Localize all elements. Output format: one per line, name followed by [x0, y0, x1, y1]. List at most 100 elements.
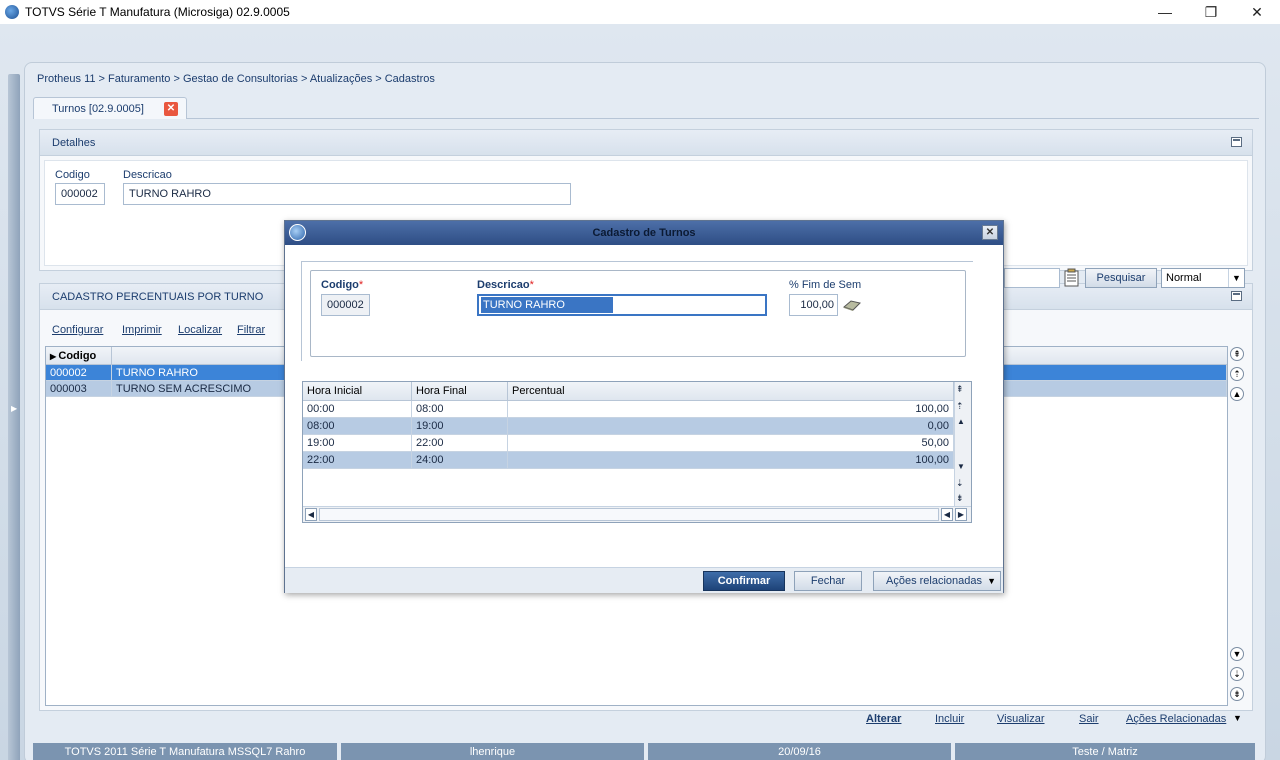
cell-hora-inicial: 19:00 — [303, 435, 412, 451]
cell-percentual: 50,00 — [508, 435, 954, 451]
tab-label: Turnos [02.9.0005] — [52, 102, 144, 115]
column-header-percentual[interactable]: Percentual — [508, 382, 954, 400]
confirmar-button[interactable]: Confirmar — [703, 571, 785, 591]
scroll-down-icon[interactable]: ▼ — [957, 462, 965, 471]
column-header-hora-final[interactable]: Hora Final — [412, 382, 508, 400]
acoes-relacionadas-button[interactable]: Ações relacionadas ▼ — [873, 571, 1001, 591]
scroll-bottom-icon[interactable]: ⇟ — [1230, 687, 1244, 701]
tab-strip: Turnos [02.9.0005] ✕ — [33, 97, 1259, 119]
scroll-top-icon[interactable]: ⇞ — [1230, 347, 1244, 361]
descricao-label: Descricao — [123, 169, 172, 181]
chevron-down-icon: ▼ — [987, 576, 996, 586]
scroll-page-down-icon[interactable]: ⇣ — [1230, 667, 1244, 681]
app-logo-icon — [289, 224, 306, 241]
cell-codigo: 000002 — [46, 365, 112, 380]
cell-hora-final: 22:00 — [412, 435, 508, 451]
table-row[interactable]: 19:00 22:00 50,00 — [303, 435, 971, 452]
pesquisar-button[interactable]: Pesquisar — [1085, 268, 1157, 288]
table-row[interactable]: 08:00 19:00 0,00 — [303, 418, 971, 435]
acoes-relacionadas-link[interactable]: Ações Relacionadas — [1126, 713, 1226, 725]
table-row[interactable]: 00:00 08:00 100,00 — [303, 401, 971, 418]
left-expand-rail[interactable]: ▶ — [8, 74, 20, 760]
close-dialog-button[interactable]: ✕ — [982, 225, 998, 240]
form-box: Codigo* 000002 Descricao* TURNO RAHRO % … — [310, 270, 966, 357]
divider — [301, 261, 973, 262]
status-date: 20/09/16 — [648, 743, 951, 760]
descricao-label: Descricao* — [477, 279, 534, 291]
scroll-page-down-icon[interactable]: ⇣ — [956, 478, 964, 489]
window-title: TOTVS Série T Manufatura (Microsiga) 02.… — [25, 5, 290, 19]
maximize-button[interactable]: ❐ — [1188, 0, 1234, 24]
column-header-hora-inicial[interactable]: Hora Inicial — [303, 382, 412, 400]
fechar-button[interactable]: Fechar — [794, 571, 862, 591]
codigo-field[interactable]: 000002 — [321, 294, 370, 316]
cell-percentual: 100,00 — [508, 452, 954, 468]
collapse-icon[interactable] — [1231, 291, 1242, 301]
breadcrumb: Protheus 11 > Faturamento > Gestao de Co… — [37, 73, 435, 85]
cadastro-turnos-dialog: Cadastro de Turnos ✕ Codigo* 000002 Desc… — [284, 220, 1004, 593]
scroll-right-icon[interactable]: ▶ — [955, 508, 967, 521]
scroll-top-icon[interactable]: ⇞ — [956, 384, 964, 395]
selected-text: TURNO RAHRO — [481, 297, 613, 313]
fim-sem-field[interactable]: 100,00 — [789, 294, 838, 316]
codigo-label: Codigo* — [321, 279, 364, 291]
codigo-field[interactable]: 000002 — [55, 183, 105, 205]
window-titlebar: TOTVS Série T Manufatura (Microsiga) 02.… — [0, 0, 1280, 24]
status-user: lhenrique — [341, 743, 644, 760]
search-input[interactable] — [1004, 268, 1060, 288]
filtrar-link[interactable]: Filtrar — [237, 324, 265, 336]
close-tab-icon[interactable]: ✕ — [164, 102, 178, 116]
index-select[interactable]: Normal ▼ — [1161, 268, 1245, 288]
scroll-thumb[interactable] — [319, 508, 939, 521]
cell-hora-final: 08:00 — [412, 401, 508, 417]
descricao-field[interactable]: TURNO RAHRO — [477, 294, 767, 316]
scroll-left-icon[interactable]: ◀ — [305, 508, 317, 521]
tab-turnos[interactable]: Turnos [02.9.0005] ✕ — [33, 97, 187, 119]
codigo-label: Codigo — [55, 169, 90, 181]
localizar-link[interactable]: Localizar — [178, 324, 222, 336]
scroll-bottom-icon[interactable]: ⇟ — [956, 493, 964, 504]
status-branch: Teste / Matriz — [955, 743, 1255, 760]
cell-hora-inicial: 08:00 — [303, 418, 412, 434]
dialog-title: Cadastro de Turnos — [592, 226, 696, 239]
dialog-footer: Confirmar Fechar Ações relacionadas ▼ — [285, 567, 1003, 593]
column-header-codigo[interactable]: ▶ Codigo — [46, 347, 112, 364]
chevron-down-icon: ▼ — [1228, 269, 1244, 287]
horizontal-scrollbar[interactable]: ◀ ◀ ▶ — [303, 506, 971, 522]
visualizar-link[interactable]: Visualizar — [997, 713, 1045, 725]
cell-hora-final: 24:00 — [412, 452, 508, 468]
alterar-link[interactable]: Alterar — [866, 713, 901, 725]
scroll-up-icon[interactable]: ▲ — [1230, 387, 1244, 401]
cell-hora-inicial: 00:00 — [303, 401, 412, 417]
cell-percentual: 100,00 — [508, 401, 954, 417]
collapse-icon[interactable] — [1231, 137, 1242, 147]
scroll-page-up-icon[interactable]: ⇡ — [1230, 367, 1244, 381]
imprimir-link[interactable]: Imprimir — [122, 324, 162, 336]
scroll-page-up-icon[interactable]: ⇡ — [956, 401, 964, 412]
incluir-link[interactable]: Incluir — [935, 713, 964, 725]
percentual-grid: Hora Inicial Hora Final Percentual 00:00… — [302, 381, 972, 523]
status-system: TOTVS 2011 Série T Manufatura MSSQL7 Rah… — [33, 743, 337, 760]
cell-hora-final: 19:00 — [412, 418, 508, 434]
details-header: Detalhes — [40, 130, 1252, 156]
cadastro-title: CADASTRO PERCENTUAIS POR TURNO — [52, 290, 264, 303]
chevron-down-icon[interactable]: ▼ — [1233, 713, 1242, 723]
app-logo-icon — [5, 5, 19, 19]
sair-link[interactable]: Sair — [1079, 713, 1099, 725]
scroll-left-icon[interactable]: ◀ — [941, 508, 953, 521]
scroll-up-icon[interactable]: ▲ — [957, 417, 965, 426]
details-title: Detalhes — [52, 136, 96, 149]
close-window-button[interactable]: ✕ — [1234, 0, 1280, 24]
cell-codigo: 000003 — [46, 381, 112, 396]
acoes-relacionadas-label: Ações relacionadas — [886, 575, 983, 587]
configurar-link[interactable]: Configurar — [52, 324, 103, 336]
table-row[interactable]: 22:00 24:00 100,00 — [303, 452, 971, 469]
minimize-button[interactable]: — — [1142, 0, 1188, 24]
statusbar: TOTVS 2011 Série T Manufatura MSSQL7 Rah… — [33, 743, 1259, 760]
calculator-icon[interactable] — [842, 298, 862, 312]
scroll-down-icon[interactable]: ▼ — [1230, 647, 1244, 661]
divider — [301, 261, 302, 361]
vertical-scrollbar[interactable]: ⇞ ⇡ ▲ ▼ ⇣ ⇟ — [954, 382, 971, 506]
notepad-icon[interactable] — [1063, 268, 1081, 288]
descricao-field[interactable]: TURNO RAHRO — [123, 183, 571, 205]
